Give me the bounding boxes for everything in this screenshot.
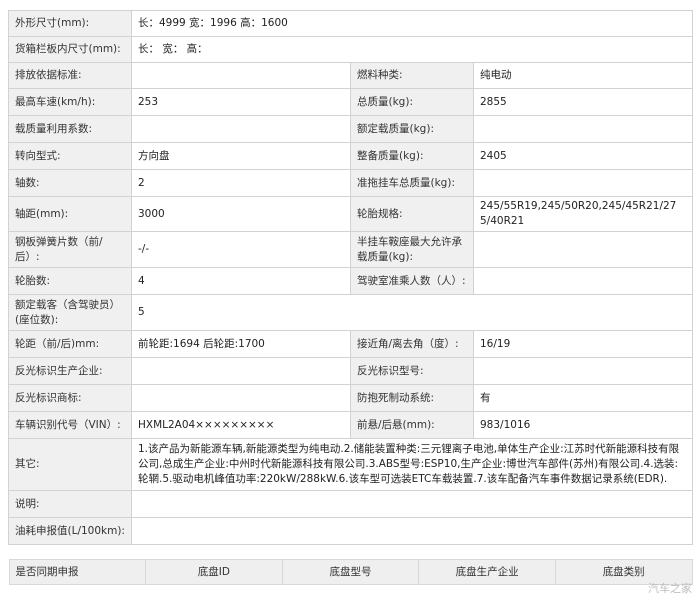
spec-value: 983/1016 xyxy=(473,411,693,439)
spec-row: 轴距(mm): 3000 轮胎规格: 245/55R19,245/50R20,245/… xyxy=(8,196,693,232)
spec-row: 转向型式: 方向盘 整备质量(kg): 2405 xyxy=(8,142,693,170)
spec-value: 1.该产品为新能源车辆,新能源类型为纯电动.2.储能装置种类:三元锂离子电池,单… xyxy=(131,438,693,491)
spec-label: 车辆识别代号（VIN）: xyxy=(8,411,132,439)
spec-row: 钢板弹簧片数（前/后）: -/- 半挂车鞍座最大允许承载质量(kg): xyxy=(8,231,693,268)
spec-label: 轴数: xyxy=(8,169,132,197)
chassis-header-cell: 是否同期申报 底盘ID 底盘型号 底盘生产企业 底盘类别 xyxy=(8,559,693,585)
spec-value xyxy=(131,384,351,412)
vehicle-spec-table: 外形尺寸(mm): 长：4999 宽：1996 高：1600 货箱栏板内尺寸(mm)… xyxy=(8,10,693,585)
spec-label: 额定载质量(kg): xyxy=(350,115,474,143)
chassis-column-header: 是否同期申报 xyxy=(8,559,147,585)
spec-value: 2 xyxy=(131,169,351,197)
spec-value: 长： 宽： 高： xyxy=(131,36,693,63)
spec-label: 驾驶室准乘人数（人）: xyxy=(350,267,474,295)
spec-value xyxy=(473,115,693,143)
spec-label: 准拖挂车总质量(kg): xyxy=(350,169,474,197)
table-spacer xyxy=(8,544,693,559)
spec-value xyxy=(473,169,693,197)
spec-value: 3000 xyxy=(131,196,351,232)
spec-label: 反光标识生产企业: xyxy=(8,357,132,385)
spec-value: 4 xyxy=(131,267,351,295)
spec-value: -/- xyxy=(131,231,351,268)
spec-value xyxy=(131,517,693,545)
spec-value xyxy=(131,62,351,89)
spec-value: 16/19 xyxy=(473,330,693,358)
spec-label: 轮距（前/后)mm: xyxy=(8,330,132,358)
spec-label: 轮胎数: xyxy=(8,267,132,295)
spec-label: 载质量利用系数: xyxy=(8,115,132,143)
spec-row: 最高车速(km/h): 253 总质量(kg): 2855 xyxy=(8,88,693,116)
spec-label: 说明: xyxy=(8,490,132,518)
spec-row: 反光标识商标: 防抱死制动系统: 有 xyxy=(8,384,693,412)
spec-row: 载质量利用系数: 额定载质量(kg): xyxy=(8,115,693,143)
spec-label: 整备质量(kg): xyxy=(350,142,474,170)
spec-label: 最高车速(km/h): xyxy=(8,88,132,116)
chassis-column-header: 底盘ID xyxy=(145,559,283,585)
spec-value xyxy=(131,357,351,385)
spec-label: 额定载客（含驾驶员）(座位数): xyxy=(8,294,132,331)
spec-row: 外形尺寸(mm): 长：4999 宽：1996 高：1600 xyxy=(8,10,693,37)
spec-row: 其它: 1.该产品为新能源车辆,新能源类型为纯电动.2.储能装置种类:三元锂离子电… xyxy=(8,438,693,491)
spec-label: 轮胎规格: xyxy=(350,196,474,232)
chassis-header-table: 是否同期申报 底盘ID 底盘型号 底盘生产企业 底盘类别 xyxy=(8,559,693,585)
chassis-column-header: 底盘生产企业 xyxy=(418,559,556,585)
spec-label: 反光标识商标: xyxy=(8,384,132,412)
spec-value: 有 xyxy=(473,384,693,412)
spec-row: 货箱栏板内尺寸(mm): 长： 宽： 高： xyxy=(8,36,693,63)
spec-value: 245/55R19,245/50R20,245/45R21/275/40R21 xyxy=(473,196,693,232)
spec-value xyxy=(473,267,693,295)
spec-label: 排放依据标准: xyxy=(8,62,132,89)
spec-label: 反光标识型号: xyxy=(350,357,474,385)
spec-label: 半挂车鞍座最大允许承载质量(kg): xyxy=(350,231,474,268)
spec-value xyxy=(473,231,693,268)
watermark-logo: 汽车之家 xyxy=(648,582,692,595)
spec-label: 燃料种类: xyxy=(350,62,474,89)
spec-row: 油耗申报值(L/100km): xyxy=(8,517,693,545)
spec-row: 轮距（前/后)mm: 前轮距:1694 后轮距:1700 接近角/离去角（度）: 16… xyxy=(8,330,693,358)
spec-label: 防抱死制动系统: xyxy=(350,384,474,412)
spec-label: 转向型式: xyxy=(8,142,132,170)
spec-label: 前悬/后悬(mm): xyxy=(350,411,474,439)
spec-row: 说明: xyxy=(8,490,693,518)
spec-value: 2405 xyxy=(473,142,693,170)
spacer-cell xyxy=(8,544,693,559)
spec-row: 排放依据标准: 燃料种类: 纯电动 xyxy=(8,62,693,89)
spec-label: 其它: xyxy=(8,438,132,491)
spec-label: 轴距(mm): xyxy=(8,196,132,232)
spec-value: 长：4999 宽：1996 高：1600 xyxy=(131,10,693,37)
spec-label: 外形尺寸(mm): xyxy=(8,10,132,37)
spec-value: 253 xyxy=(131,88,351,116)
chassis-column-header: 底盘型号 xyxy=(281,559,420,585)
spec-value: 2855 xyxy=(473,88,693,116)
spec-label: 钢板弹簧片数（前/后）: xyxy=(8,231,132,268)
spec-label: 油耗申报值(L/100km): xyxy=(8,517,132,545)
spec-row: 轮胎数: 4 驾驶室准乘人数（人）: xyxy=(8,267,693,295)
spec-value: HXML2A04××××××××× xyxy=(131,411,351,439)
spec-label: 总质量(kg): xyxy=(350,88,474,116)
spec-value: 纯电动 xyxy=(473,62,693,89)
spec-table-body: 外形尺寸(mm): 长：4999 宽：1996 高：1600 货箱栏板内尺寸(mm)… xyxy=(8,10,693,585)
spec-label: 接近角/离去角（度）: xyxy=(350,330,474,358)
spec-value xyxy=(131,490,693,518)
spec-value: 5 xyxy=(131,294,693,331)
spec-value: 方向盘 xyxy=(131,142,351,170)
spec-value xyxy=(131,115,351,143)
spec-row: 额定载客（含驾驶员）(座位数): 5 xyxy=(8,294,693,331)
spec-row: 反光标识生产企业: 反光标识型号: xyxy=(8,357,693,385)
chassis-header-row: 是否同期申报 底盘ID 底盘型号 底盘生产企业 底盘类别 xyxy=(8,559,693,585)
spec-value xyxy=(473,357,693,385)
spec-label: 货箱栏板内尺寸(mm): xyxy=(8,36,132,63)
chassis-header: 是否同期申报 底盘ID 底盘型号 底盘生产企业 底盘类别 xyxy=(8,559,693,585)
spec-row: 轴数: 2 准拖挂车总质量(kg): xyxy=(8,169,693,197)
spec-value: 前轮距:1694 后轮距:1700 xyxy=(131,330,351,358)
spec-row: 车辆识别代号（VIN）: HXML2A04××××××××× 前悬/后悬(mm): 9… xyxy=(8,411,693,439)
